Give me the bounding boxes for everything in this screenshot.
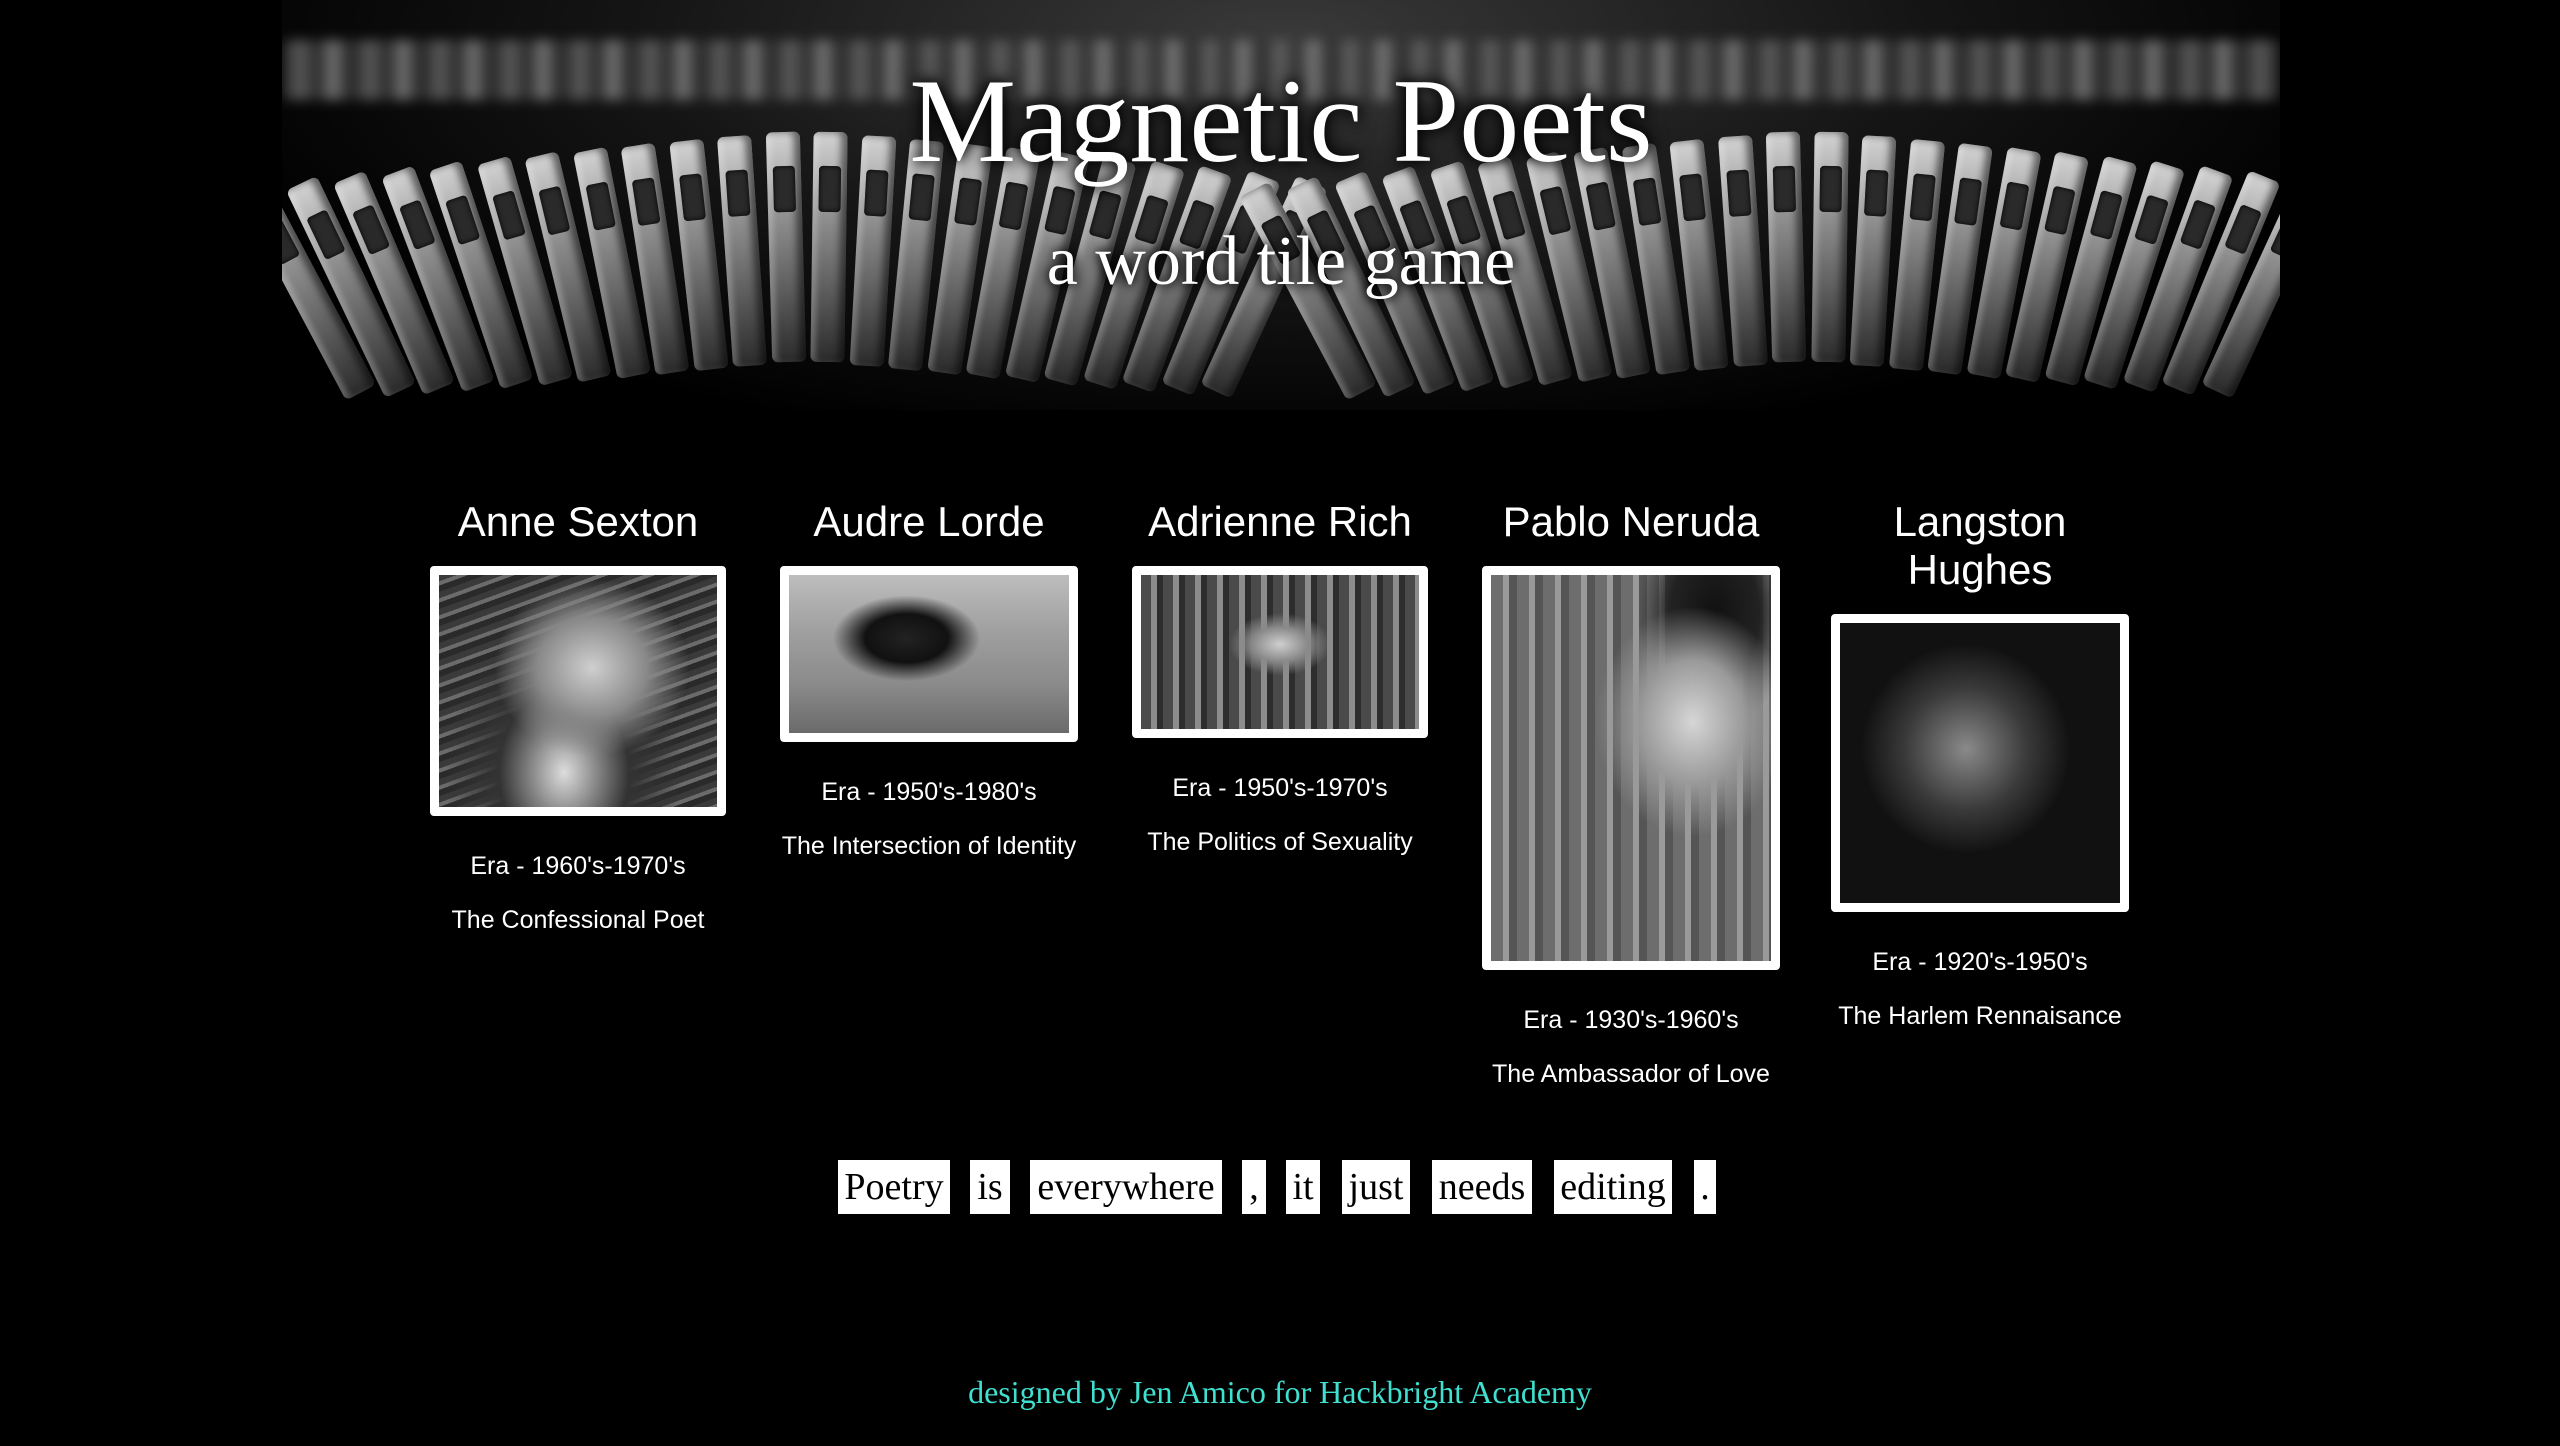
poet-name: Pablo Neruda [1502,498,1760,545]
word-tile[interactable]: needs [1432,1160,1532,1214]
poet-description: The Intersection of Identity [781,832,1077,860]
word-tile[interactable]: , [1242,1160,1266,1214]
word-tile[interactable]: everywhere [1030,1160,1222,1214]
poet-description: The Ambassador of Love [1492,1060,1770,1088]
word-tile[interactable]: it [1286,1160,1320,1214]
word-tile[interactable]: is [970,1160,1010,1214]
poet-name: Audre Lorde [813,498,1045,545]
header-banner: Magnetic Poets a word tile game [282,0,2280,410]
poet-name: Adrienne Rich [1148,498,1412,545]
poet-era: Era - 1920's-1950's [1872,948,2088,976]
poet-photo-langston-hughes[interactable] [1831,614,2129,912]
poet-description: The Politics of Sexuality [1147,828,1413,856]
poet-era: Era - 1930's-1960's [1523,1006,1739,1034]
word-tile[interactable]: just [1342,1160,1410,1214]
poet-description: The Harlem Rennaisance [1838,1002,2122,1030]
poet-photo-pablo-neruda[interactable] [1482,566,1780,970]
word-tile[interactable]: editing [1554,1160,1672,1214]
poet-description: The Confessional Poet [451,906,705,934]
poet-era: Era - 1950's-1980's [821,778,1037,806]
poet-card-langston-hughes[interactable]: Langston Hughes Era - 1920's-1950's The … [1820,498,2140,1038]
poet-card-adrienne-rich[interactable]: Adrienne Rich Era - 1950's-1970's The Po… [1120,498,1440,878]
page: Magnetic Poets a word tile game Anne Sex… [0,0,2560,1446]
footer-credit: designed by Jen Amico for Hackbright Aca… [968,1374,1592,1410]
poet-card-pablo-neruda[interactable]: Pablo Neruda Era - 1930's-1960's The Amb… [1471,498,1791,1098]
poet-card-audre-lorde[interactable]: Audre Lorde Era - 1950's-1980's The Inte… [769,498,1089,918]
poet-photo-adrienne-rich[interactable] [1132,566,1428,738]
poet-name: Langston Hughes [1893,498,2067,593]
word-tile[interactable]: Poetry [838,1160,950,1214]
poet-era: Era - 1960's-1970's [470,852,686,880]
poet-name: Anne Sexton [457,498,699,545]
poet-photo-anne-sexton[interactable] [430,566,726,816]
page-title: Magnetic Poets [909,54,1653,187]
poet-card-anne-sexton[interactable]: Anne Sexton Era - 1960's-1970's The Conf… [418,498,738,958]
word-tiles-area: Poetry is everywhere , it just needs edi… [0,1160,2560,1216]
poet-era: Era - 1950's-1970's [1172,774,1388,802]
page-subtitle: a word tile game [1046,223,1516,300]
poet-photo-audre-lorde[interactable] [780,566,1078,742]
word-tile[interactable]: . [1694,1160,1716,1214]
